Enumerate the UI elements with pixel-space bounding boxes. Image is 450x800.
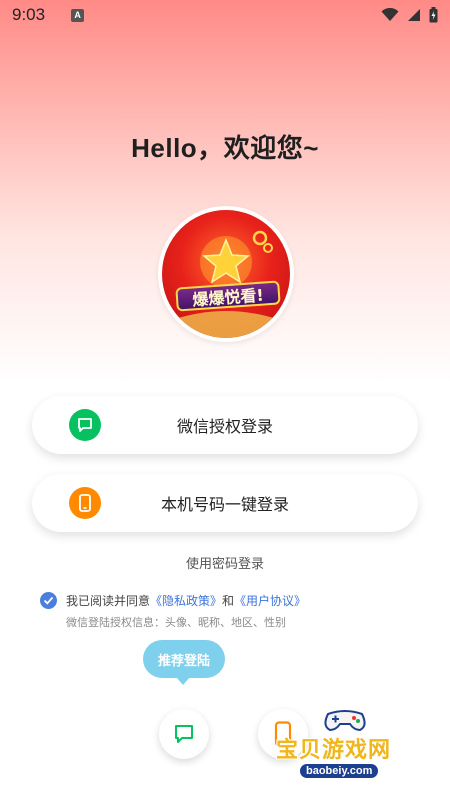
signal-icon [408,9,420,21]
agreement-row: 我已阅读并同意 《隐私政策》 和 《用户协议》 [40,592,306,609]
agreement-and: 和 [222,594,235,608]
wechat-auth-info: 微信登陆授权信息：头像、昵称、地区、性别 [66,616,286,629]
watermark-url: baobeiy.com [300,764,379,778]
status-bar: 9:03 A [0,0,450,30]
wechat-icon [69,409,101,441]
watermark-title: 宝贝游戏网 [276,738,392,763]
star-icon [172,230,280,338]
notification-icon: A [71,8,85,22]
phone-login-button[interactable]: 本机号码一键登录 [32,474,418,532]
phone-icon [69,487,101,519]
tooltip-arrow [176,677,190,685]
check-icon [43,596,54,605]
recommend-tooltip: 推荐登陆 [143,640,225,678]
wechat-login-button[interactable]: 微信授权登录 [32,396,418,454]
gamepad-icon [324,710,366,732]
status-icons [381,7,438,23]
status-time: 9:03 [12,5,46,24]
user-agreement-link[interactable]: 《用户协议》 [234,592,306,609]
battery-icon [429,7,438,23]
chat-bubble-icon [175,725,193,743]
quick-wechat-login-button[interactable] [159,709,209,759]
app-logo-image: 爆爆悦看! [162,210,290,338]
app-logo: 爆爆悦看! [158,206,294,342]
password-login-link[interactable]: 使用密码登录 [0,553,450,572]
wifi-icon [381,8,399,21]
watermark: 宝贝游戏网 baobeiy.com [272,704,422,784]
agreement-prefix: 我已阅读并同意 [66,594,151,608]
agreement-checkbox[interactable] [40,592,57,609]
page-title: Hello，欢迎您~ [131,133,319,163]
privacy-policy-link[interactable]: 《隐私政策》 [150,592,222,609]
